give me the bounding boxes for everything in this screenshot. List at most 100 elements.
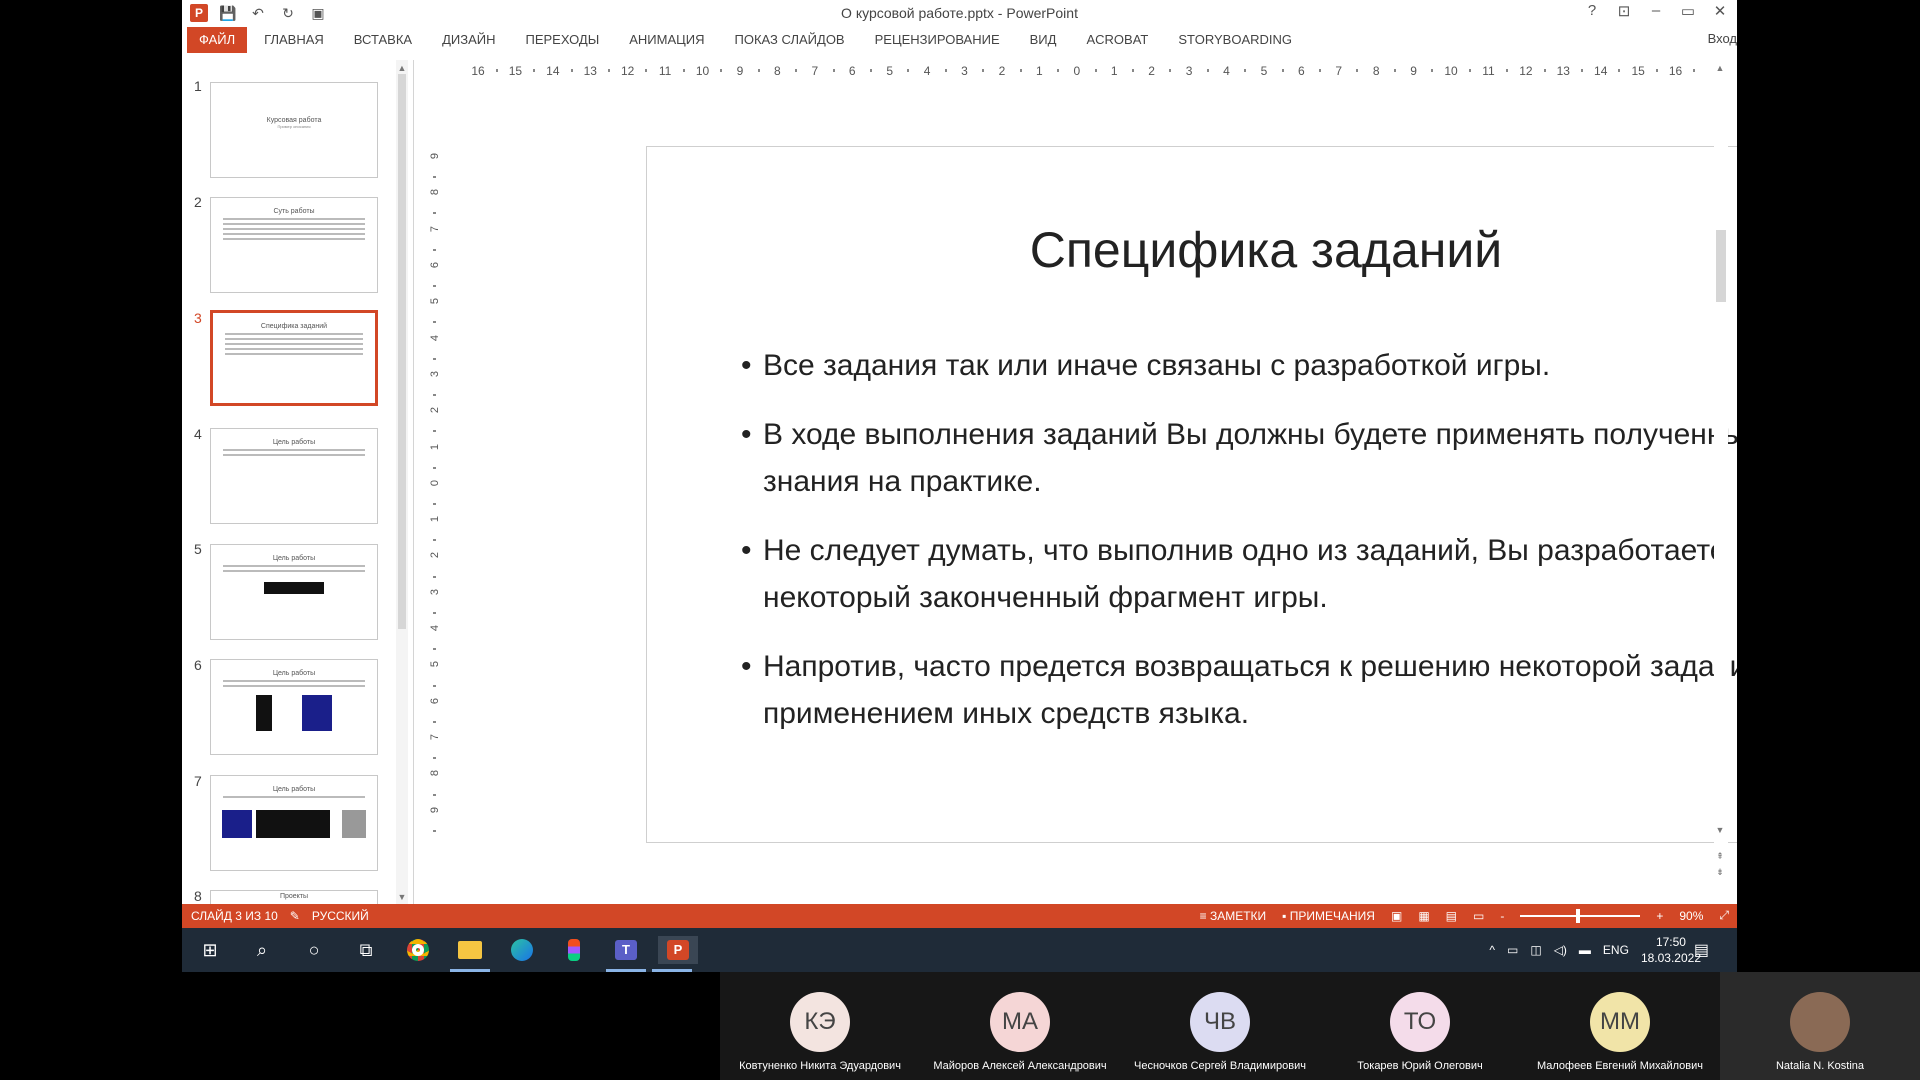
cortana-icon[interactable]: ○	[300, 936, 328, 964]
bullet-item[interactable]: В ходе выполнения заданий Вы должны буде…	[741, 411, 1737, 505]
figma-icon[interactable]	[560, 936, 588, 964]
slide-thumbnail[interactable]: Цель работы	[210, 544, 378, 640]
notifications-icon[interactable]: ▤	[1694, 940, 1709, 960]
normal-view-icon[interactable]: ▣	[1391, 909, 1402, 923]
clock[interactable]: 17:50 18.03.2022	[1641, 934, 1701, 966]
window-controls: ? ⊡ – ▭ ✕	[1583, 2, 1729, 20]
slide-thumbnail[interactable]: Проекты	[210, 890, 378, 905]
zoom-level[interactable]: 90%	[1679, 909, 1703, 923]
meet-now-icon[interactable]: ◫	[1530, 943, 1541, 957]
spelling-icon[interactable]: ✎	[290, 909, 300, 923]
ruler-tick	[533, 69, 536, 72]
scroll-thumb[interactable]	[1716, 230, 1726, 302]
zoom-out-button[interactable]: -	[1500, 909, 1504, 923]
teams-icon[interactable]: T	[606, 936, 646, 972]
tab-storyboarding[interactable]: STORYBOARDING	[1163, 27, 1307, 53]
participant-tile[interactable]: КЭ Ковтуненко Никита Эдуардович	[720, 972, 920, 1080]
editor-scrollbar[interactable]: ▲ ▼ ⇞ ⇟	[1714, 60, 1728, 877]
ruler-tick-label: 4	[923, 64, 931, 78]
minimize-icon[interactable]: –	[1647, 2, 1665, 20]
windows-taskbar: ⊞ ⌕ ○ ⧉ T P ^ ▭ ◫ ◁) ▬ ENG 17:50 18.03.2…	[182, 928, 1737, 972]
help-icon[interactable]: ?	[1583, 2, 1601, 20]
tab-file[interactable]: ФАЙЛ	[187, 27, 248, 53]
thumb-title: Специфика заданий	[260, 323, 328, 330]
slide-thumbnail[interactable]: Цель работы	[210, 428, 378, 524]
ribbon-display-options-icon[interactable]: ⊡	[1615, 2, 1633, 20]
language-indicator[interactable]: РУССКИЙ	[312, 909, 369, 923]
show-hidden-icons-icon[interactable]: ^	[1489, 943, 1495, 957]
tab-transitions[interactable]: ПЕРЕХОДЫ	[511, 27, 615, 53]
network-icon[interactable]: ▭	[1507, 943, 1518, 957]
search-icon[interactable]: ⌕	[248, 936, 276, 964]
powerpoint-taskbar-icon[interactable]: P	[652, 936, 698, 972]
slide-thumbnail[interactable]: Цель работы	[210, 659, 378, 755]
slide-thumbnail[interactable]: Цель работы	[210, 775, 378, 871]
zoom-slider[interactable]	[1520, 908, 1641, 923]
thumb-title: Суть работы	[273, 208, 315, 215]
participant-tile[interactable]: ММ Малофеев Евгений Михайлович	[1520, 972, 1720, 1080]
volume-icon[interactable]: ◁)	[1554, 943, 1567, 957]
ruler-tick	[1506, 69, 1509, 72]
tab-acrobat[interactable]: ACROBAT	[1071, 27, 1163, 53]
tab-animations[interactable]: АНИМАЦИЯ	[614, 27, 719, 53]
chrome-icon[interactable]	[404, 936, 432, 964]
thumb-image	[256, 810, 330, 838]
scroll-up-icon[interactable]: ▲	[396, 62, 408, 74]
participant-tile[interactable]: Natalia N. Kostina	[1720, 972, 1920, 1080]
bullet-item[interactable]: Все задания так или иначе связаны с разр…	[741, 342, 1737, 389]
ruler-tick-label: 7	[429, 225, 441, 232]
notes-button[interactable]: ≡ ЗАМЕТКИ	[1200, 909, 1267, 923]
scroll-thumb[interactable]	[398, 74, 406, 629]
slide-thumbnail[interactable]: Курсовая работа Пример описания	[210, 82, 378, 178]
chrome-logo	[407, 939, 429, 961]
participant-tile[interactable]: ЧВ Чесночков Сергей Владимирович	[1120, 972, 1320, 1080]
reading-view-icon[interactable]: ▤	[1446, 909, 1457, 923]
zoom-slider-thumb[interactable]	[1575, 908, 1580, 923]
tab-review[interactable]: РЕЦЕНЗИРОВАНИЕ	[860, 27, 1015, 53]
slide-title[interactable]: Специфика заданий	[647, 221, 1737, 279]
thumbnails-scrollbar[interactable]: ▲ ▼	[396, 60, 408, 905]
battery-icon[interactable]: ▬	[1579, 943, 1591, 957]
task-view-icon[interactable]: ⧉	[352, 936, 380, 964]
start-icon[interactable]: ⊞	[196, 936, 224, 964]
scroll-up-icon[interactable]: ▲	[1714, 62, 1726, 74]
scroll-down-icon[interactable]: ▼	[396, 891, 408, 903]
slide-bullet-list[interactable]: Все задания так или иначе связаны с разр…	[741, 342, 1737, 759]
zoom-in-button[interactable]: +	[1656, 909, 1663, 923]
file-explorer-icon[interactable]	[450, 936, 490, 972]
comments-button[interactable]: ▪ ПРИМЕЧАНИЯ	[1282, 909, 1375, 923]
tab-insert[interactable]: ВСТАВКА	[339, 27, 427, 53]
slide-canvas[interactable]: Специфика заданий Все задания так или ин…	[646, 146, 1737, 843]
slide-thumbnail[interactable]: Суть работы	[210, 197, 378, 293]
ruler-tick	[1281, 69, 1284, 72]
next-slide-icon[interactable]: ⇟	[1714, 866, 1726, 878]
sign-in-link[interactable]: Вход	[1708, 31, 1737, 46]
ruler-tick-label: 11	[658, 64, 672, 78]
scroll-down-icon[interactable]: ▼	[1714, 824, 1726, 836]
slide-thumbnail-selected[interactable]: Специфика заданий	[210, 310, 378, 406]
avatar: МА	[990, 992, 1050, 1052]
ribbon-tabs: ФАЙЛ ГЛАВНАЯ ВСТАВКА ДИЗАЙН ПЕРЕХОДЫ АНИ…	[182, 26, 1737, 54]
restore-icon[interactable]: ▭	[1679, 2, 1697, 20]
close-icon[interactable]: ✕	[1711, 2, 1729, 20]
tab-slide-show[interactable]: ПОКАЗ СЛАЙДОВ	[720, 27, 860, 53]
tab-view[interactable]: ВИД	[1015, 27, 1072, 53]
slide-sorter-icon[interactable]: ▦	[1418, 909, 1429, 923]
participant-tile[interactable]: МА Майоров Алексей Александрович	[920, 972, 1120, 1080]
participant-tile[interactable]: ТО Токарев Юрий Олегович	[1320, 972, 1520, 1080]
tab-design[interactable]: ДИЗАЙН	[427, 27, 510, 53]
slide-show-icon[interactable]: ▭	[1473, 909, 1484, 923]
thumb-subtitle: Пример описания	[277, 124, 311, 129]
thumb-number: 6	[194, 657, 202, 673]
slide-counter[interactable]: СЛАЙД 3 ИЗ 10	[191, 909, 278, 923]
ruler-tick	[869, 69, 872, 72]
edge-icon[interactable]	[508, 936, 536, 964]
tab-home[interactable]: ГЛАВНАЯ	[249, 27, 339, 53]
ruler-tick	[1019, 69, 1022, 72]
fit-slide-icon[interactable]: ⤢	[1719, 908, 1729, 923]
previous-slide-icon[interactable]: ⇞	[1714, 850, 1726, 862]
ruler-tick-label: 3	[429, 370, 441, 377]
bullet-item[interactable]: Напротив, часто предется возвращаться к …	[741, 643, 1737, 737]
bullet-item[interactable]: Не следует думать, что выполнив одно из …	[741, 527, 1737, 621]
input-language[interactable]: ENG	[1603, 943, 1629, 957]
